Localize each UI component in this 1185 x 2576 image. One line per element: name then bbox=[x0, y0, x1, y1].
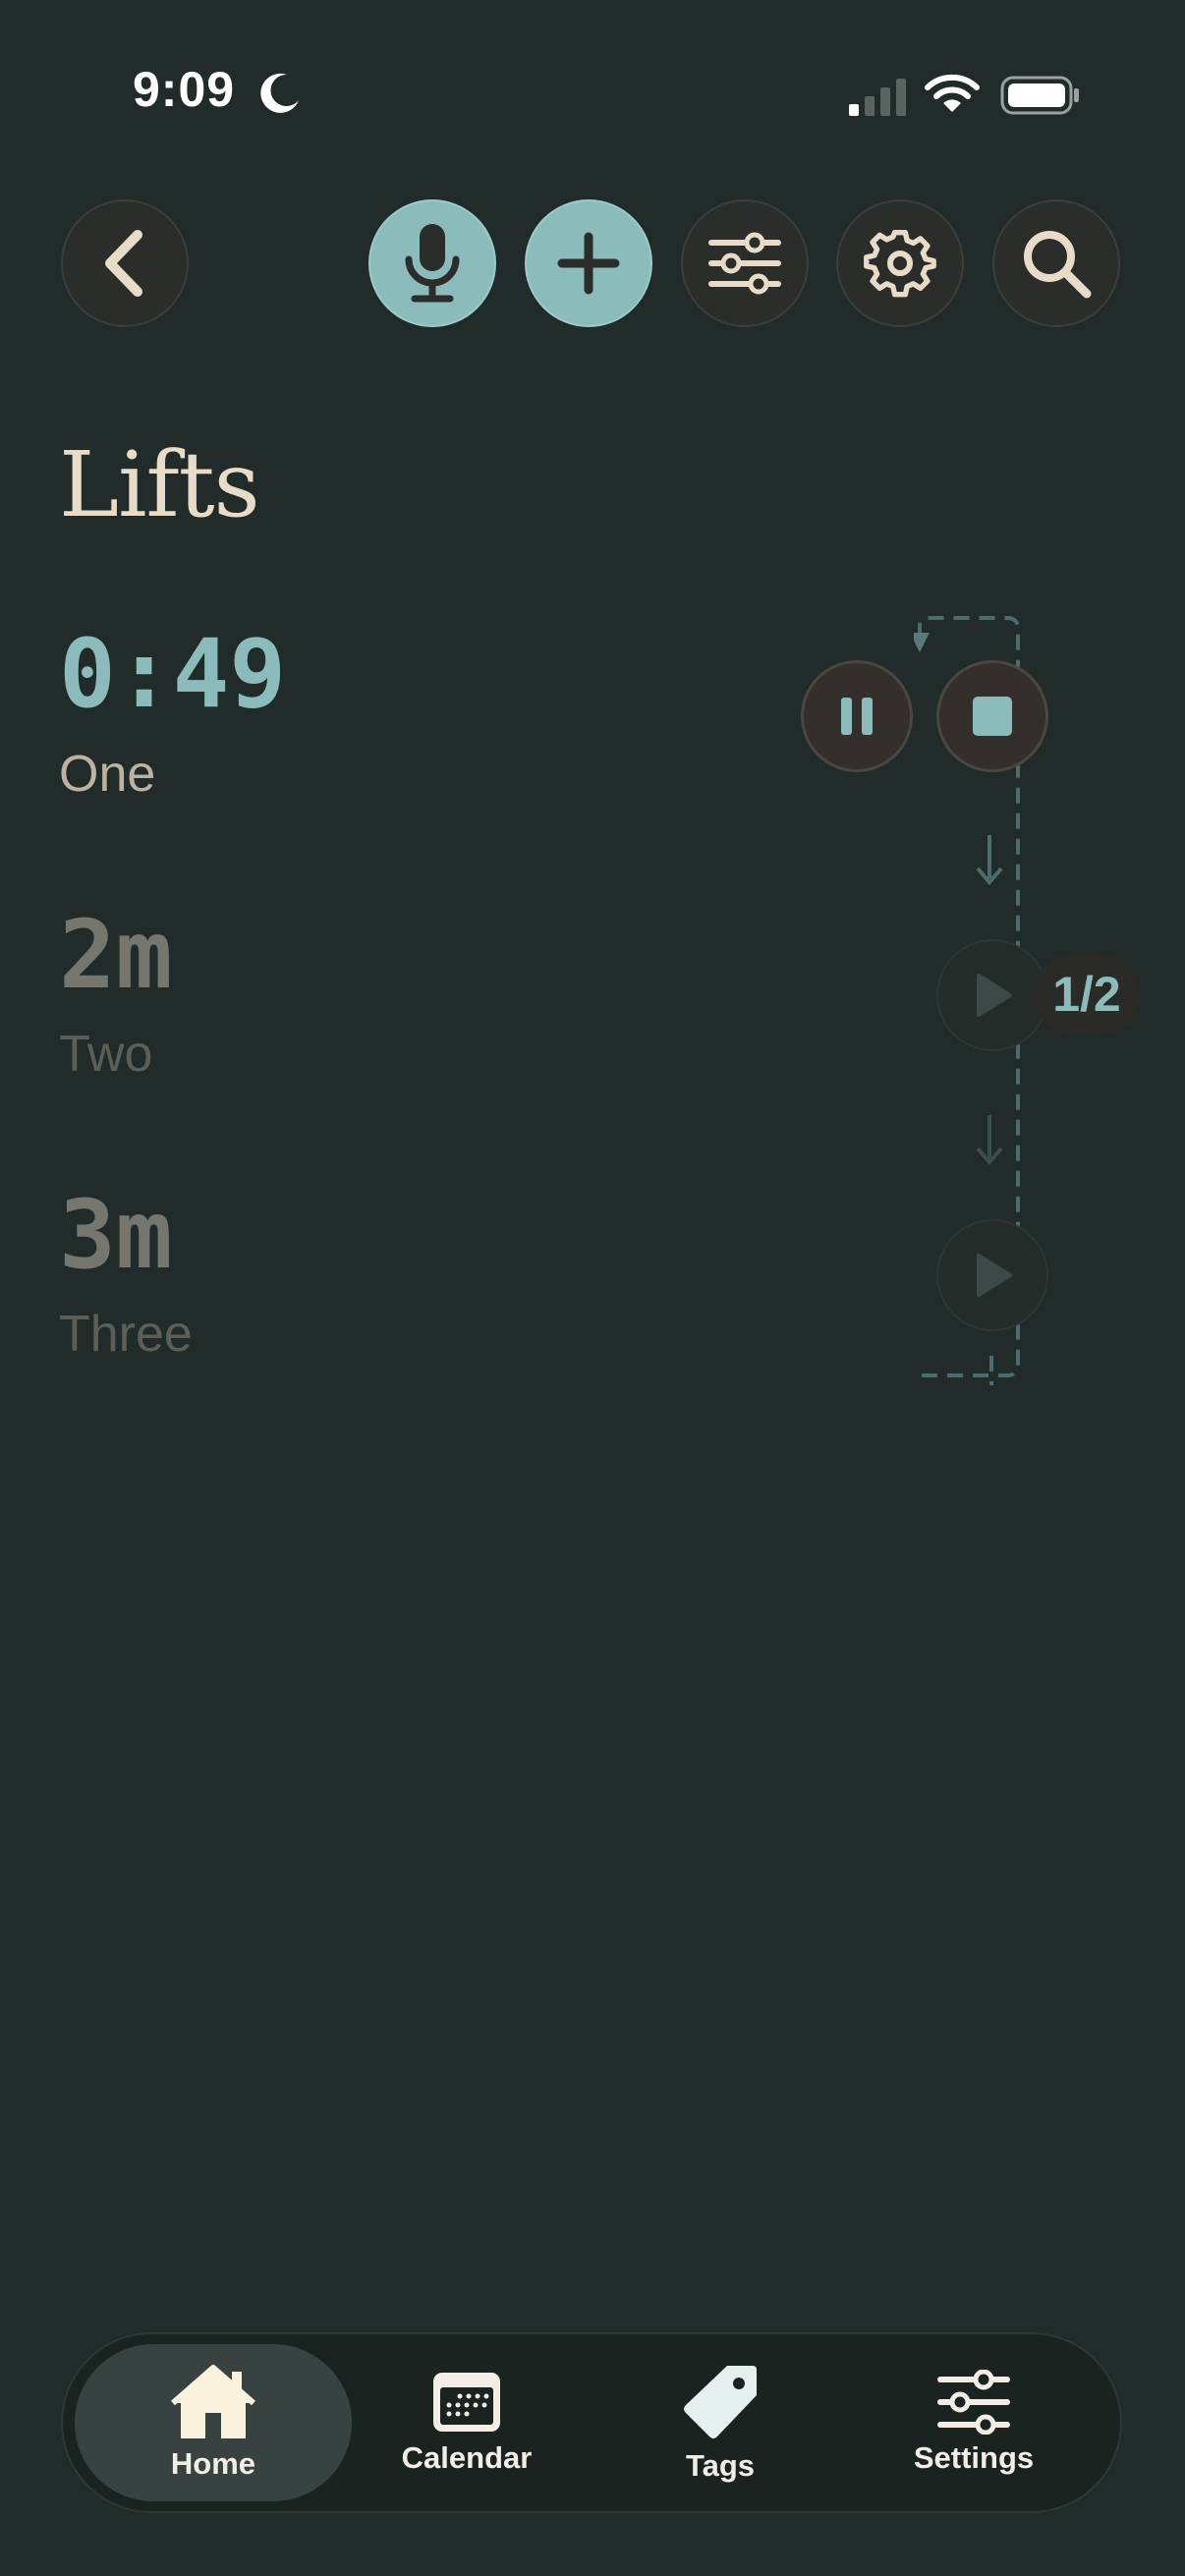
tab-home[interactable]: Home bbox=[75, 2344, 352, 2501]
battery-icon bbox=[1000, 76, 1079, 115]
pause-button[interactable] bbox=[801, 660, 913, 772]
sliders-icon bbox=[708, 232, 781, 295]
search-button[interactable] bbox=[992, 199, 1120, 327]
play-icon bbox=[977, 974, 1012, 1017]
sliders-icon bbox=[937, 2370, 1010, 2435]
pause-icon bbox=[841, 698, 873, 735]
play-button-timer-2[interactable] bbox=[936, 939, 1048, 1051]
tag-icon bbox=[684, 2366, 757, 2438]
stop-button[interactable] bbox=[936, 660, 1048, 772]
search-icon bbox=[1024, 231, 1092, 299]
tab-calendar[interactable]: Calendar bbox=[328, 2344, 605, 2501]
play-button-timer-3[interactable] bbox=[936, 1219, 1048, 1331]
down-arrow-icon bbox=[976, 835, 1003, 886]
timer-3-value: 3m bbox=[59, 1180, 173, 1290]
house-icon bbox=[171, 2365, 255, 2438]
gear-icon bbox=[864, 229, 936, 298]
tab-home-label: Home bbox=[170, 2446, 256, 2481]
tab-settings[interactable]: Settings bbox=[835, 2344, 1112, 2501]
wifi-icon bbox=[925, 74, 980, 112]
tab-calendar-label: Calendar bbox=[401, 2440, 533, 2475]
moon-icon bbox=[260, 73, 299, 113]
tab-bar: Home Calendar Tags Settings bbox=[61, 2332, 1122, 2513]
timer-2-value: 2m bbox=[59, 900, 173, 1010]
back-button[interactable] bbox=[61, 199, 189, 327]
tab-settings-label: Settings bbox=[913, 2440, 1035, 2475]
settings-button[interactable] bbox=[836, 199, 964, 327]
voice-input-button[interactable] bbox=[368, 199, 496, 327]
timer-2-label: Two bbox=[59, 1026, 153, 1083]
status-time: 9:09 bbox=[133, 62, 236, 117]
timer-3-label: Three bbox=[59, 1306, 193, 1363]
play-icon bbox=[977, 1254, 1012, 1297]
microphone-icon bbox=[405, 224, 460, 303]
stop-icon bbox=[973, 697, 1012, 736]
page-title: Lifts bbox=[59, 432, 260, 537]
down-arrow-icon bbox=[976, 1115, 1003, 1166]
calendar-icon bbox=[433, 2373, 500, 2432]
cellular-signal-icon bbox=[849, 79, 906, 116]
timer-1-label: One bbox=[59, 746, 156, 803]
tab-tags[interactable]: Tags bbox=[582, 2344, 859, 2501]
filter-button[interactable] bbox=[681, 199, 809, 327]
sequence-counter-badge: 1/2 bbox=[1034, 953, 1140, 1036]
add-timer-button[interactable] bbox=[525, 199, 652, 327]
back-icon bbox=[105, 230, 142, 297]
tab-tags-label: Tags bbox=[685, 2448, 756, 2483]
timer-1-value: 0:49 bbox=[59, 619, 287, 729]
plus-icon bbox=[557, 232, 620, 295]
